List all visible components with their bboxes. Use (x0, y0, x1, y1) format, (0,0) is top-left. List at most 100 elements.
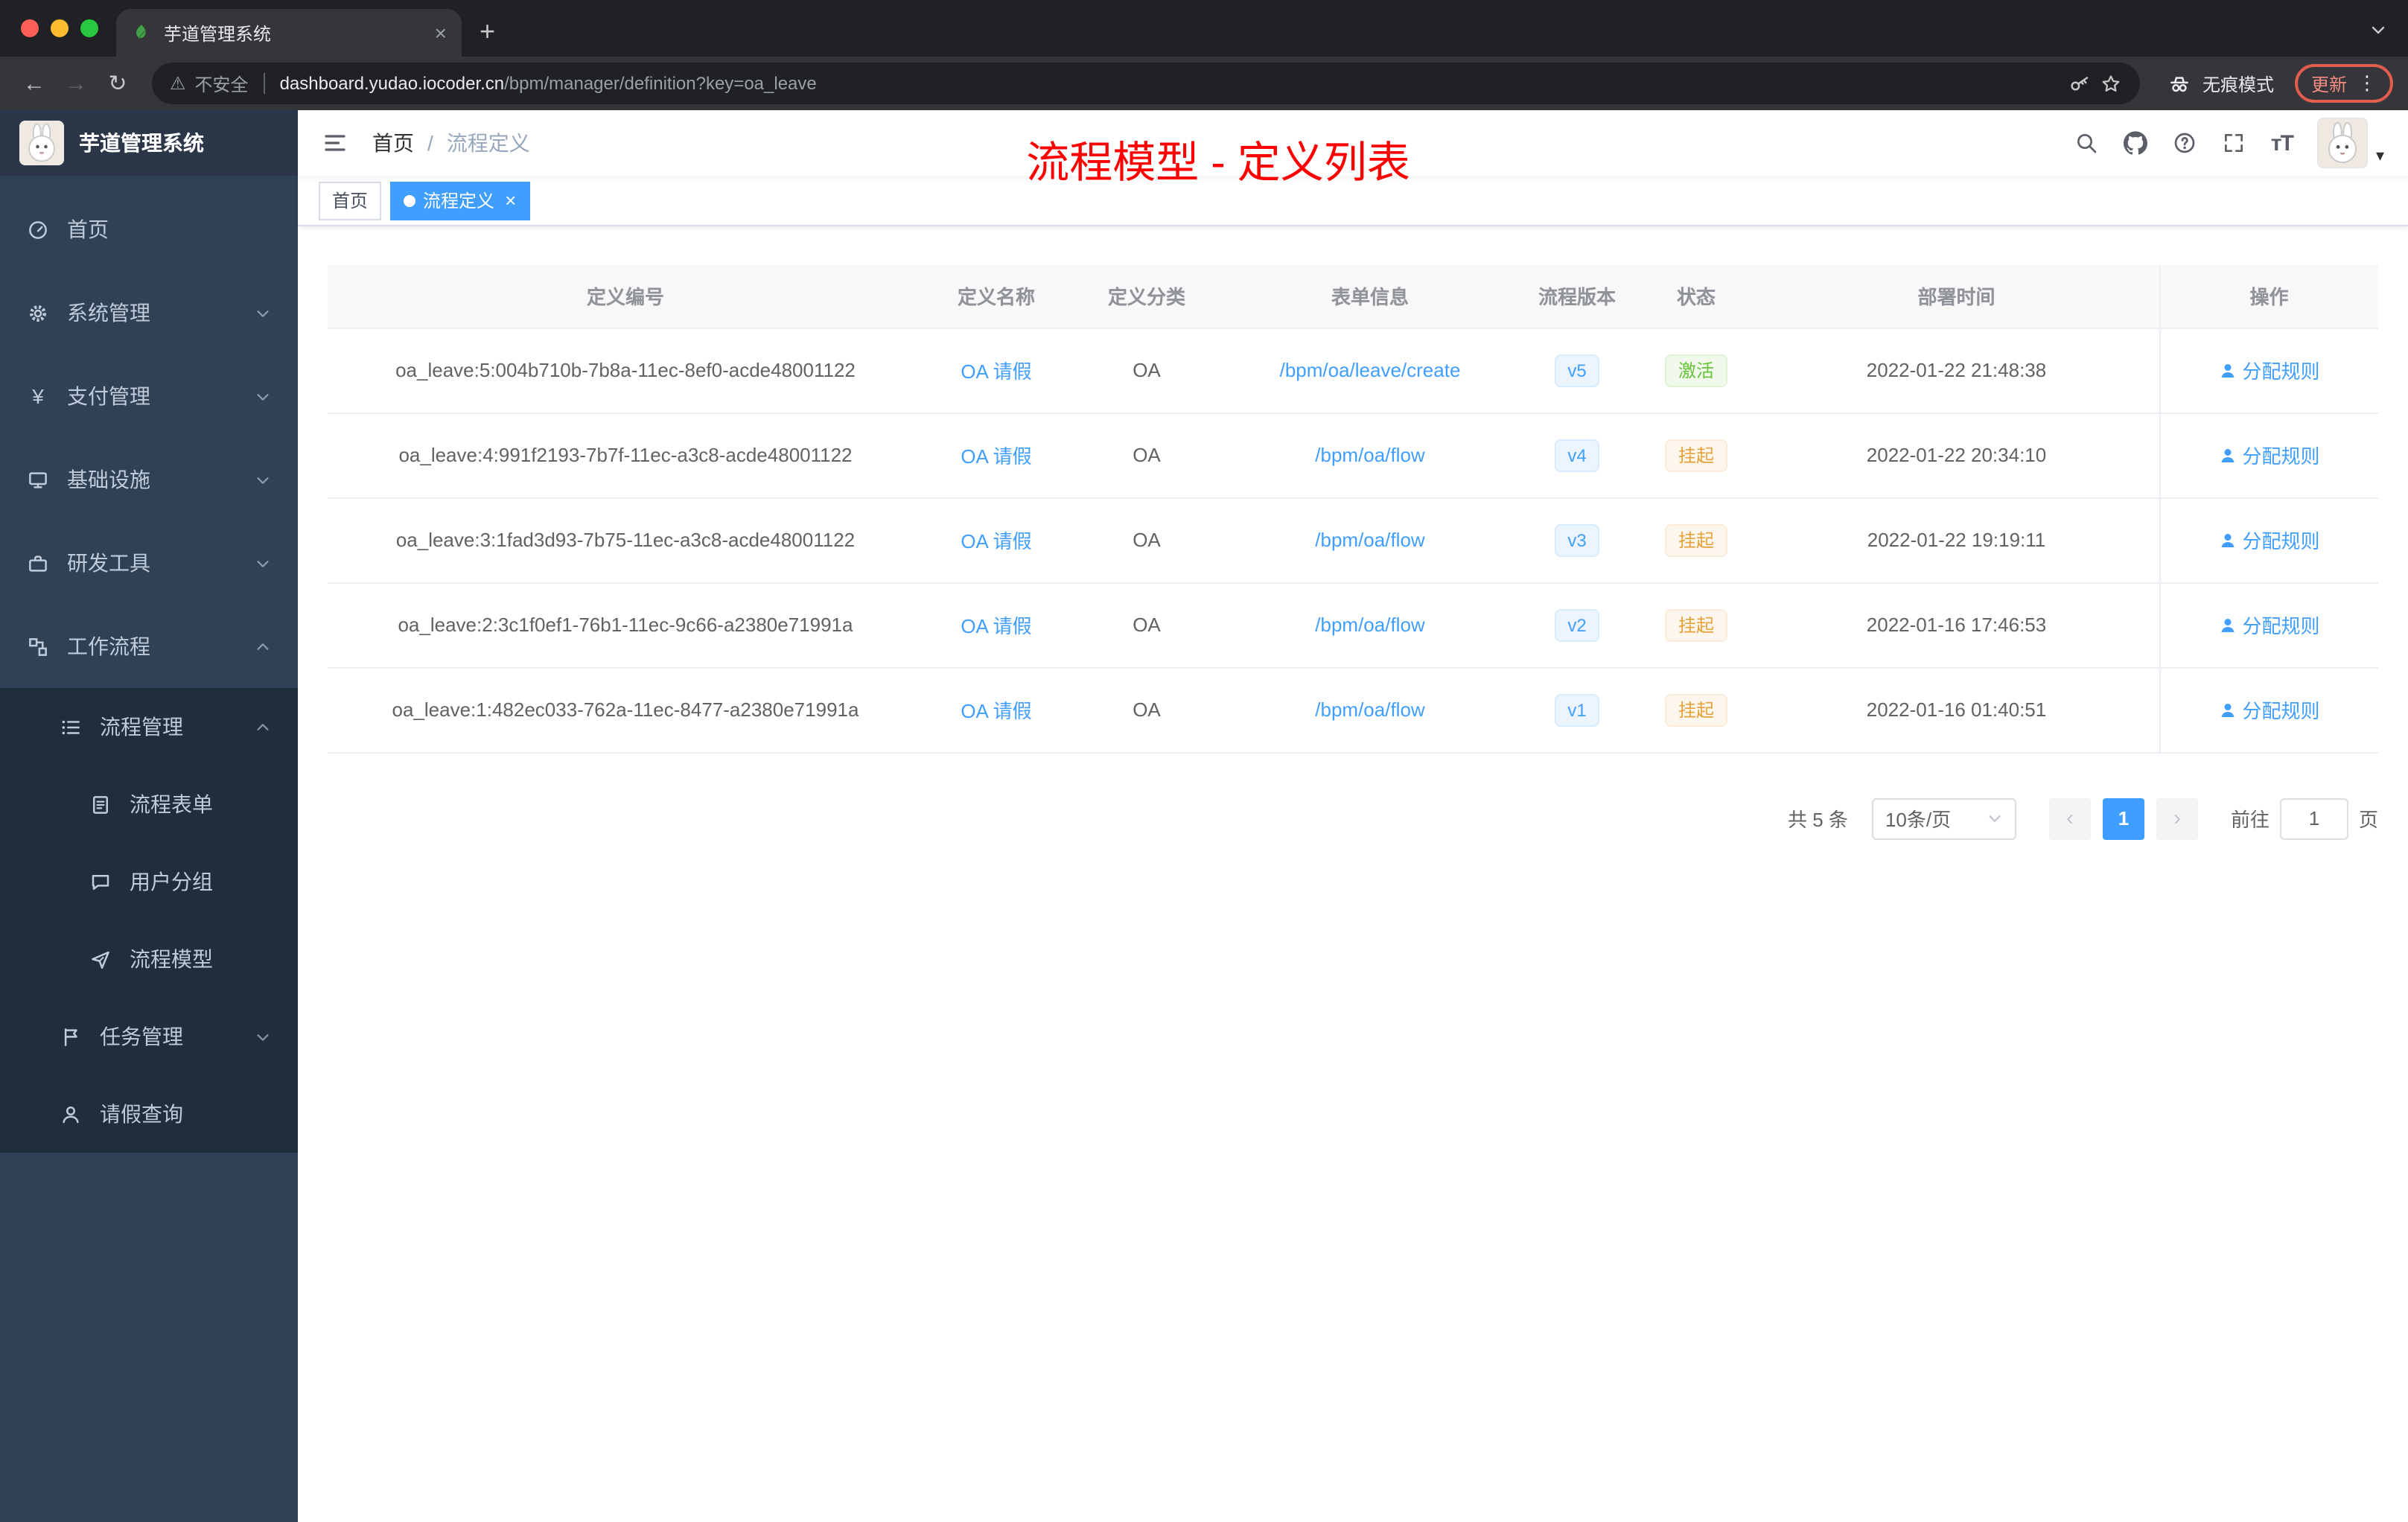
form-link[interactable]: /bpm/oa/flow (1315, 444, 1424, 466)
goto-page-input[interactable] (2279, 797, 2348, 839)
form-link[interactable]: /bpm/oa/leave/create (1280, 359, 1461, 381)
status-tag: 挂起 (1664, 608, 1727, 641)
sidebar-item-home[interactable]: 首页 (0, 188, 298, 271)
sidebar-item-label: 流程表单 (130, 792, 213, 816)
url-text: dashboard.yudao.iocoder.cn/bpm/manager/d… (280, 73, 817, 94)
form-link[interactable]: /bpm/oa/flow (1315, 698, 1424, 721)
tag-home[interactable]: 首页 (319, 181, 382, 220)
sidebar-item-task-management[interactable]: 任务管理 (0, 998, 298, 1075)
document-icon (89, 793, 112, 815)
zoom-window-button[interactable] (80, 19, 98, 37)
sidebar-item-user-group[interactable]: 用户分组 (0, 843, 298, 920)
incognito-badge: 无痕模式 (2155, 71, 2292, 96)
sidebar-item-process-form[interactable]: 流程表单 (0, 765, 298, 843)
page-unit-label: 页 (2358, 809, 2378, 831)
total-count: 共 5 条 (1788, 809, 1848, 831)
form-link[interactable]: /bpm/oa/flow (1315, 529, 1424, 551)
breadcrumb-home[interactable]: 首页 (372, 128, 414, 158)
active-dot (404, 194, 416, 206)
browser-tab[interactable]: 芋道管理系统 × (116, 9, 462, 57)
breadcrumb-current: 流程定义 (446, 131, 530, 155)
definition-name-link[interactable]: OA 请假 (961, 360, 1031, 383)
assign-rule-button[interactable]: 分配规则 (2218, 695, 2320, 724)
definition-name-link[interactable]: OA 请假 (961, 530, 1031, 553)
form-link[interactable]: /bpm/oa/flow (1315, 614, 1424, 636)
tab-search-chevron-icon[interactable] (2369, 21, 2387, 39)
definition-name-link[interactable]: OA 请假 (961, 700, 1031, 722)
cell-definition-name: OA 请假 (923, 413, 1069, 498)
fullscreen-icon[interactable] (2222, 131, 2246, 155)
cell-category: OA (1069, 667, 1224, 753)
prev-page-button[interactable]: ‹ (2048, 797, 2091, 839)
yen-icon: ¥ (32, 383, 44, 407)
new-tab-button[interactable]: + (480, 16, 495, 48)
chevron-down-icon (255, 305, 271, 321)
forward-button[interactable]: → (57, 71, 95, 96)
hamburger-icon[interactable] (322, 130, 348, 156)
tag-process-definition[interactable]: 流程定义 × (390, 181, 530, 220)
page-number-button[interactable]: 1 (2102, 797, 2144, 839)
definition-name-link[interactable]: OA 请假 (961, 615, 1031, 637)
sidebar-item-workflow[interactable]: 工作流程 (0, 605, 298, 688)
person-icon (60, 1103, 82, 1125)
assign-rule-button[interactable]: 分配规则 (2218, 526, 2320, 554)
user-menu[interactable]: ▾ (2317, 118, 2384, 168)
search-icon[interactable] (2074, 131, 2098, 155)
sidebar-logo[interactable]: 芋道管理系统 (0, 110, 298, 176)
cell-action: 分配规则 (2159, 328, 2378, 413)
tab-close-icon[interactable]: × (435, 21, 447, 45)
bookmark-star-icon[interactable] (2100, 72, 2122, 95)
logo-avatar (19, 121, 64, 165)
security-label[interactable]: 不安全 (195, 71, 249, 96)
annotation-title: 流程模型 - 定义列表 (1026, 140, 1410, 188)
cell-deploy-time: 2022-01-22 21:48:38 (1754, 328, 2159, 413)
cell-form-info: /bpm/oa/flow (1224, 582, 1516, 668)
back-button[interactable]: ← (15, 71, 54, 96)
status-tag: 激活 (1664, 354, 1727, 386)
cell-form-info: /bpm/oa/leave/create (1224, 328, 1516, 413)
sidebar-item-leave-query[interactable]: 请假查询 (0, 1075, 298, 1153)
browser-tab-strip: 芋道管理系统 × + (0, 0, 2408, 57)
cell-definition-id: oa_leave:3:1fad3d93-7b75-11ec-a3c8-acde4… (328, 497, 923, 583)
update-button[interactable]: 更新 ⋮ (2294, 64, 2393, 103)
cell-action: 分配规则 (2159, 667, 2378, 753)
close-window-button[interactable] (21, 19, 39, 37)
sidebar-item-payment-management[interactable]: ¥ 支付管理 (0, 354, 298, 438)
next-page-button[interactable]: › (2156, 797, 2198, 839)
definition-name-link[interactable]: OA 请假 (961, 445, 1031, 468)
page-content: 定义编号 定义名称 定义分类 表单信息 流程版本 状态 部署时间 操作 oa_l… (298, 226, 2408, 1522)
font-size-icon[interactable]: тT (2271, 130, 2294, 156)
help-icon[interactable] (2173, 131, 2197, 155)
page-size-select[interactable]: 10条/页 (1871, 797, 2016, 839)
browser-menu-icon[interactable]: ⋮ (2357, 71, 2377, 95)
table-row: oa_leave:4:991f2193-7b7f-11ec-a3c8-acde4… (328, 413, 2378, 498)
assign-rule-button[interactable]: 分配规则 (2218, 441, 2320, 469)
version-tag: v2 (1554, 608, 1600, 641)
assign-rule-button[interactable]: 分配规则 (2218, 356, 2320, 384)
reload-button[interactable]: ↻ (98, 70, 137, 97)
sidebar-item-process-model[interactable]: 流程模型 (0, 920, 298, 998)
status-tag: 挂起 (1664, 439, 1727, 471)
github-icon[interactable] (2124, 131, 2147, 155)
chevron-down-icon (255, 555, 271, 571)
workflow-icon (27, 635, 49, 657)
sidebar-item-label: 系统管理 (67, 301, 150, 325)
avatar[interactable] (2317, 118, 2369, 168)
sidebar-item-dev-tools[interactable]: 研发工具 (0, 521, 298, 605)
sidebar-item-process-management[interactable]: 流程管理 (0, 688, 298, 765)
minimize-window-button[interactable] (51, 19, 69, 37)
sidebar-item-infrastructure[interactable]: 基础设施 (0, 438, 298, 521)
tag-close-icon[interactable]: × (505, 189, 516, 211)
address-bar[interactable]: ⚠ 不安全 dashboard.yudao.iocoder.cn/bpm/man… (152, 63, 2140, 104)
sidebar-item-label: 支付管理 (67, 384, 150, 408)
cell-status: 激活 (1638, 328, 1754, 413)
column-header: 操作 (2159, 265, 2378, 328)
user-icon (2218, 531, 2236, 549)
column-header: 部署时间 (1754, 265, 2159, 328)
sidebar-item-system-management[interactable]: 系统管理 (0, 271, 298, 354)
cell-action: 分配规则 (2159, 497, 2378, 583)
url-domain: dashboard.yudao.iocoder.cn (279, 73, 505, 94)
assign-rule-button[interactable]: 分配规则 (2218, 611, 2320, 639)
password-key-icon[interactable] (2068, 72, 2091, 95)
user-icon (2218, 361, 2236, 379)
